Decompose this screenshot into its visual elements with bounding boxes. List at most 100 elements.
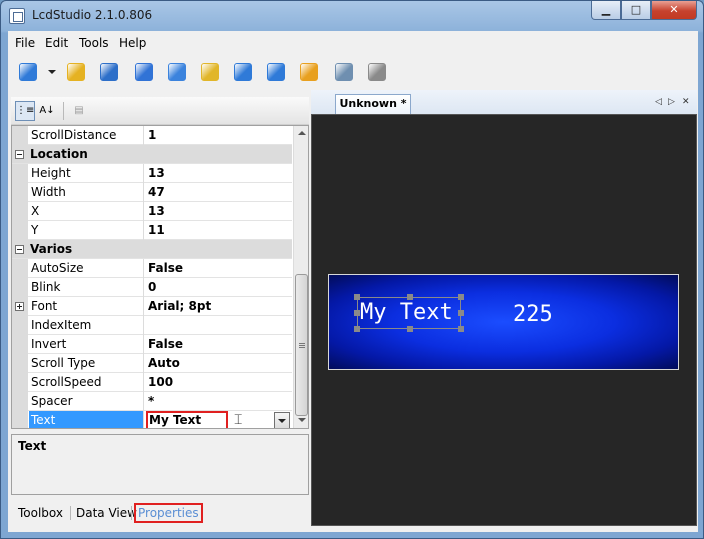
resize-handle-s[interactable] [407,326,413,332]
menu-tools[interactable]: Tools [79,36,109,50]
property-name[interactable]: Blink [29,278,144,297]
property-value[interactable]: 1 [145,126,292,145]
redo-button[interactable] [264,60,288,84]
property-name[interactable]: X [29,202,144,221]
property-value[interactable]: False [145,259,292,278]
title-bar[interactable]: LcdStudio 2.1.0.806 ▁ □ ✕ [1,1,703,31]
row-gutter [12,126,28,145]
resize-handle-ne[interactable] [458,294,464,300]
print-button[interactable] [332,60,356,84]
property-row[interactable]: Font Arial; 8pt [12,297,292,316]
maximize-button[interactable]: □ [621,1,651,20]
property-row[interactable]: ScrollSpeed 100 [12,373,292,392]
save-button[interactable] [97,60,121,84]
property-value[interactable]: 47 [145,183,292,202]
property-name[interactable]: ScrollDistance [29,126,144,145]
lcd-display[interactable]: My Text 225 [328,274,679,370]
document-tab-strip: Unknown * ◁ ▷ ✕ [311,90,697,114]
property-name[interactable]: IndexItem [29,316,144,335]
property-row[interactable]: Width 47 [12,183,292,202]
tab-scroll-left-icon[interactable]: ◁ [655,97,662,107]
tools-button[interactable] [297,60,321,84]
alphabetical-sort-button[interactable]: A↓ [37,101,57,121]
tab-properties[interactable]: Properties [134,503,203,523]
property-row[interactable]: AutoSize False [12,259,292,278]
cut-button[interactable] [132,60,156,84]
text-value-input[interactable]: My Text [146,411,228,428]
property-name[interactable]: Text [29,411,144,428]
undo-button[interactable] [231,60,255,84]
property-value[interactable]: 100 [145,373,292,392]
resize-handle-sw[interactable] [354,326,360,332]
property-category[interactable]: Location [12,145,292,164]
tab-toolbox[interactable]: Toolbox [15,505,66,521]
tab-close-icon[interactable]: ✕ [682,97,690,107]
property-pages-button[interactable]: ▤ [69,101,89,121]
menu-help[interactable]: Help [119,36,146,50]
tab-scroll-right-icon[interactable]: ▷ [668,97,675,107]
scroll-down-icon[interactable] [298,418,306,422]
property-row[interactable]: Scroll Type Auto [12,354,292,373]
scroll-up-icon[interactable] [298,131,306,135]
text-value-dropdown-button[interactable] [274,412,290,428]
property-row[interactable]: Text My Text ⌶ [12,411,292,428]
minimize-button[interactable]: ▁ [591,1,621,20]
close-button[interactable]: ✕ [651,1,697,20]
property-value[interactable]: Auto [145,354,292,373]
property-value[interactable] [145,316,292,335]
expand-icon[interactable] [15,302,24,311]
property-row[interactable]: Invert False [12,335,292,354]
lcd-text-element[interactable]: My Text [360,300,453,325]
property-row[interactable]: X 13 [12,202,292,221]
property-value[interactable]: False [145,335,292,354]
scroll-thumb[interactable] [295,274,308,416]
property-value[interactable]: 13 [145,202,292,221]
menu-file[interactable]: File [15,36,35,50]
design-canvas[interactable]: My Text 225 [311,114,697,526]
new-dropdown-icon[interactable] [48,70,56,74]
menu-edit[interactable]: Edit [45,36,68,50]
tab-data-view[interactable]: Data View [73,505,140,521]
collapse-icon[interactable] [15,150,24,159]
property-name[interactable]: Width [29,183,144,202]
property-row[interactable]: Blink 0 [12,278,292,297]
lcd-number-element[interactable]: 225 [513,302,553,327]
property-description: Text [11,434,309,495]
new-button[interactable] [16,60,40,84]
property-name[interactable]: Spacer [29,392,144,411]
tab-unknown-document[interactable]: Unknown * [335,94,411,114]
paste-button[interactable] [198,60,222,84]
property-value[interactable]: 13 [145,164,292,183]
property-category[interactable]: Varios [12,240,292,259]
property-grid-toolbar: ⋮≡ A↓ ▤ [11,97,309,125]
collapse-icon[interactable] [15,245,24,254]
property-value[interactable]: 11 [145,221,292,240]
copy-button[interactable] [165,60,189,84]
property-value[interactable]: 0 [145,278,292,297]
property-row[interactable]: IndexItem [12,316,292,335]
camera-button[interactable] [365,60,389,84]
property-grid-scrollbar[interactable] [293,126,308,428]
property-row[interactable]: Y 11 [12,221,292,240]
row-gutter [12,411,28,428]
property-value[interactable]: Arial; 8pt [145,297,292,316]
property-name[interactable]: ScrollSpeed [29,373,144,392]
property-name[interactable]: Invert [29,335,144,354]
open-button[interactable] [64,60,88,84]
property-row[interactable]: Height 13 [12,164,292,183]
property-name[interactable]: Y [29,221,144,240]
category-name: Varios [30,242,73,256]
property-value[interactable]: * [145,392,292,411]
property-name[interactable]: Height [29,164,144,183]
menu-bar: File Edit Tools Help [8,31,698,55]
resize-handle-se[interactable] [458,326,464,332]
resize-handle-e[interactable] [458,310,464,316]
property-row[interactable]: ScrollDistance 1 [12,126,292,145]
property-name[interactable]: Scroll Type [29,354,144,373]
property-name[interactable]: Font [29,297,144,316]
categorized-view-button[interactable]: ⋮≡ [15,101,35,121]
app-icon[interactable] [9,8,25,24]
property-name[interactable]: AutoSize [29,259,144,278]
save-icon [100,63,118,81]
property-row[interactable]: Spacer * [12,392,292,411]
